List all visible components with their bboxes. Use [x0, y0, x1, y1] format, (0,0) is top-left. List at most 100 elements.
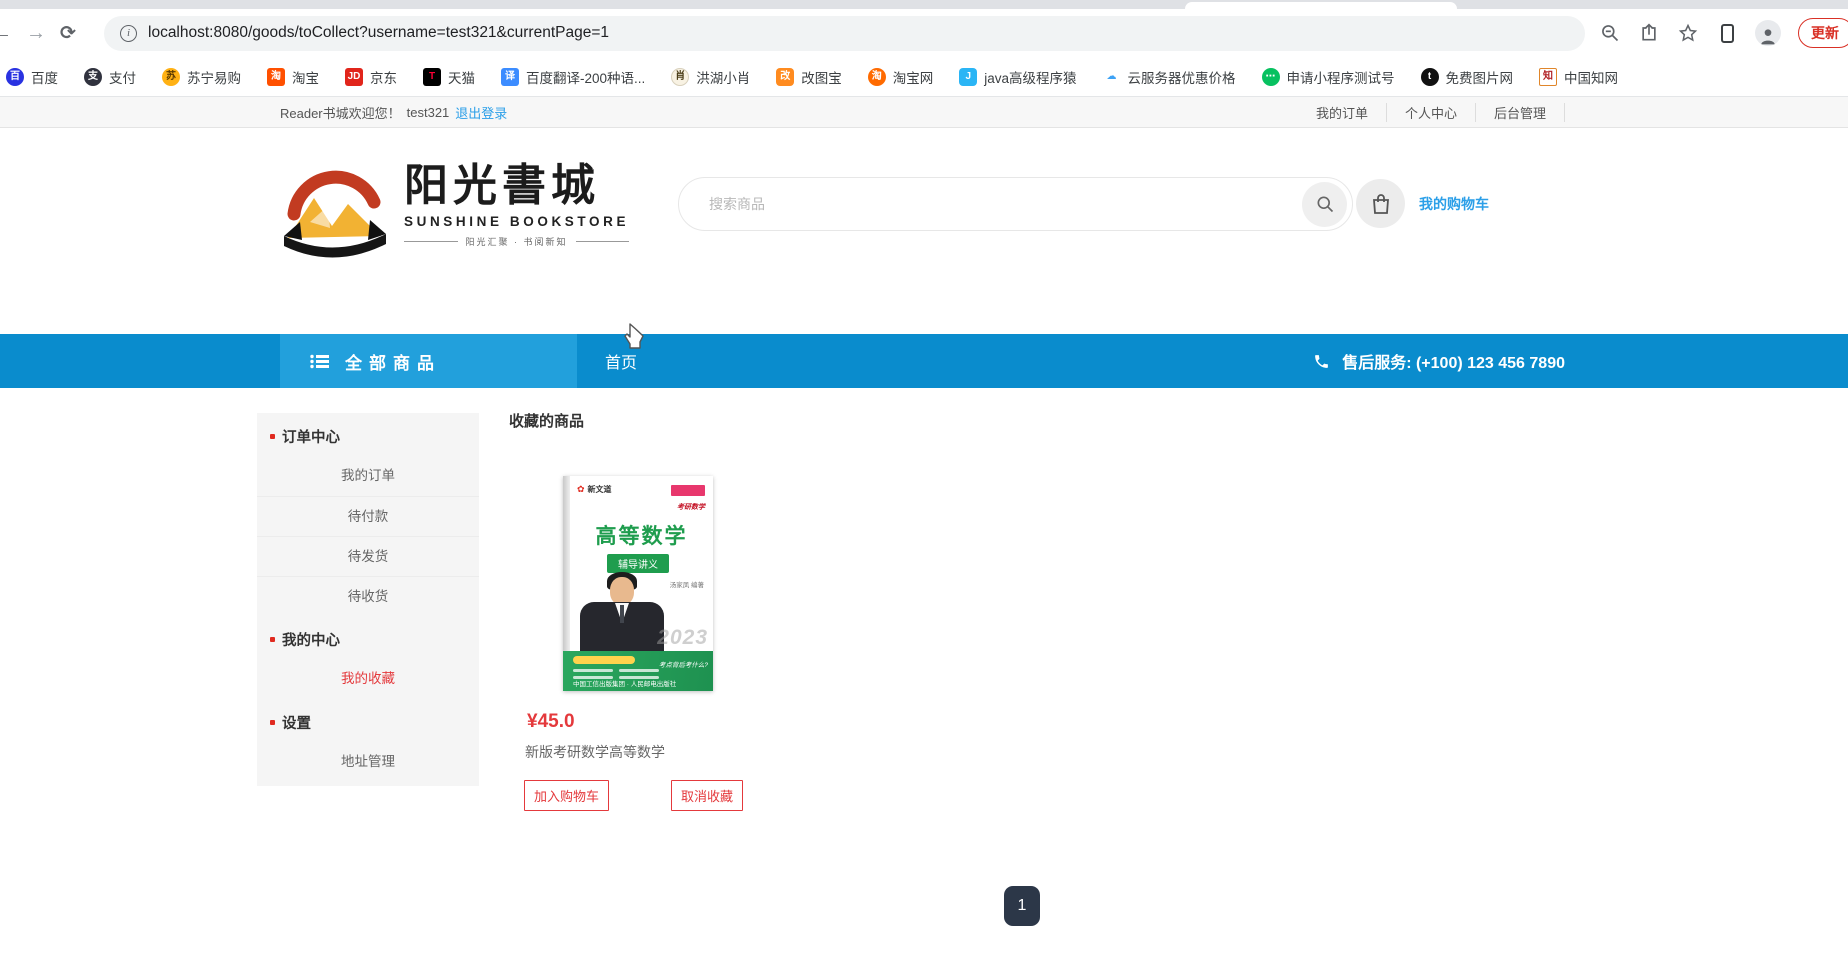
reload-icon[interactable]: ⟳ [60, 24, 76, 43]
cover-publisher: 中国工信出版集团 · 人民邮电出版社 [573, 681, 677, 688]
phone-icon [1315, 354, 1329, 368]
url-text[interactable]: localhost:8080/goods/toCollect?username=… [148, 24, 609, 42]
bookmark-item[interactable]: 淘淘宝网 [867, 67, 933, 87]
logout-link[interactable]: 退出登录 [455, 103, 507, 122]
cover-mini-tag [671, 485, 705, 496]
back-icon[interactable]: ← [0, 23, 12, 43]
bookmark-item[interactable]: JD 京东 [345, 67, 397, 87]
bookmark-star-icon[interactable] [1677, 22, 1699, 44]
cart-button[interactable] [1356, 179, 1405, 228]
site-logo[interactable]: 阳光書城 SUNSHINE BOOKSTORE 阳光汇聚 · 书阅新知 [280, 161, 630, 258]
favicon: T [423, 67, 441, 86]
welcome-text: Reader书城欢迎您！ [280, 105, 401, 121]
side-panel-icon[interactable] [1716, 22, 1738, 44]
share-icon[interactable] [1638, 22, 1660, 44]
sidebar-item-pending-receipt[interactable]: 待收货 [257, 576, 479, 616]
sidebar-section-settings: 设置 [257, 699, 479, 742]
cover-title: 高等数学 [595, 525, 688, 548]
page-title: 收藏的商品 [509, 413, 585, 430]
forward-icon[interactable]: → [26, 23, 46, 43]
sidebar-item-my-collection[interactable]: 我的收藏 [257, 659, 479, 699]
bookmark-item[interactable]: 知中国知网 [1539, 67, 1618, 87]
bookmark-item[interactable]: 苏苏宁易购 [162, 67, 241, 87]
bookmarks-bar: 百百度 支支付 苏苏宁易购 淘淘宝 JD 京东 T 天猫 译百度翻译-200种语..… [0, 57, 1848, 97]
browser-toolbar: ← → ⟳ i localhost:8080/goods/toCollect?u… [0, 9, 1848, 57]
site-info-icon[interactable]: i [120, 24, 137, 42]
search-input[interactable] [709, 196, 1302, 212]
cover-bottom-band: 考点背后考什么? 中国工信出版集团 · 人民邮电出版社 [563, 651, 713, 691]
browser-update-button[interactable]: 更新 [1798, 18, 1848, 48]
cover-subtitle: 辅导讲义 [607, 554, 669, 573]
list-icon [310, 354, 329, 368]
utility-link-profile[interactable]: 个人中心 [1387, 102, 1476, 122]
pagination-page-1[interactable]: 1 [1004, 886, 1040, 926]
browser-nav-buttons: ← → ⟳ [0, 23, 104, 43]
logo-tagline: 阳光汇聚 · 书阅新知 [404, 235, 630, 248]
logo-book-icon [284, 170, 386, 258]
product-name: 新版考研数学高等数学 [525, 744, 665, 760]
product-price: ¥45.0 [527, 711, 575, 732]
username-text: test321 [406, 104, 450, 120]
search-icon [1317, 196, 1333, 213]
site-utility-bar: Reader书城欢迎您！ test321 退出登录 我的订单 个人中心 后台管理 [0, 97, 1848, 128]
favicon: 淘 [267, 67, 285, 86]
logo-en-text: SUNSHINE BOOKSTORE [404, 214, 630, 230]
sidebar-section-my-center: 我的中心 [257, 616, 479, 659]
bookmark-item[interactable]: ⋯ 申请小程序测试号 [1261, 67, 1395, 87]
cancel-collect-button[interactable]: 取消收藏 [671, 780, 744, 811]
service-phone: 售后服务: (+100) 123 456 7890 [1313, 349, 1565, 373]
bookmark-item[interactable]: 百百度 [6, 67, 58, 87]
main-panel: 收藏的商品 ✿ 新文道 考研数学 高等数学 辅导讲义 汤家凤 编著 2023 考… [509, 410, 1569, 811]
favicon: 支 [84, 67, 102, 86]
cover-band-note: 考点背后考什么? [658, 662, 708, 669]
utility-link-orders[interactable]: 我的订单 [1298, 102, 1387, 122]
bookmark-item[interactable]: ☁ 云服务器优惠价格 [1102, 67, 1236, 87]
favicon: 肖 [671, 67, 690, 86]
sidebar-section-orders: 订单中心 [257, 413, 479, 456]
main-nav: 全部商品 首页 售后服务: (+100) 123 456 7890 [0, 323, 1848, 388]
bookmark-item[interactable]: 支支付 [84, 67, 136, 87]
sidebar-item-my-orders[interactable]: 我的订单 [257, 456, 479, 496]
cover-brand: ✿ 新文道 [577, 484, 612, 494]
cart-label[interactable]: 我的购物车 [1419, 194, 1489, 214]
favicon: 淘 [867, 67, 886, 86]
cover-author: 汤家凤 编著 [669, 582, 704, 589]
author-photo [571, 572, 669, 658]
favicon: ☁ [1102, 67, 1121, 86]
bookmark-item[interactable]: T 天猫 [423, 67, 475, 87]
sidebar-item-pending-shipment[interactable]: 待发货 [257, 536, 479, 576]
favicon: 改 [776, 67, 795, 86]
bookmark-item[interactable]: t 免费图片网 [1420, 67, 1513, 87]
logo-cn-text: 阳光書城 [404, 161, 600, 210]
zoom-indicator-icon[interactable] [1599, 22, 1621, 44]
red-bullet-icon [270, 720, 275, 725]
active-tab[interactable] [1185, 2, 1457, 9]
bookmark-item[interactable]: 肖洪湖小肖 [671, 67, 750, 87]
product-image[interactable]: ✿ 新文道 考研数学 高等数学 辅导讲义 汤家凤 编著 2023 考点背后考什么… [563, 476, 713, 691]
bookmark-item[interactable]: 淘淘宝 [267, 67, 319, 87]
favicon: t [1420, 67, 1439, 86]
content-area: 订单中心 我的订单 待付款 待发货 待收货 我的中心 我的收藏 设置 地址管理 … [0, 388, 1848, 954]
sidebar-item-address-management[interactable]: 地址管理 [257, 742, 479, 782]
brand-logo-icon: ✿ [577, 484, 585, 494]
cover-year: 2023 [657, 626, 708, 649]
profile-avatar[interactable] [1755, 20, 1781, 46]
shopping-bag-icon [1372, 193, 1389, 214]
nav-home-link[interactable]: 首页 [605, 349, 637, 373]
add-to-cart-button[interactable]: 加入购物车 [524, 780, 610, 811]
bookmark-item[interactable]: 改改图宝 [776, 67, 842, 87]
utility-link-admin[interactable]: 后台管理 [1476, 102, 1565, 122]
sidebar-item-pending-payment[interactable]: 待付款 [257, 496, 479, 536]
favicon: J [959, 67, 978, 86]
bookmark-item[interactable]: 译百度翻译-200种语... [501, 67, 645, 87]
cart-area: 我的购物车 [1356, 179, 1489, 228]
sidebar: 订单中心 我的订单 待付款 待发货 待收货 我的中心 我的收藏 设置 地址管理 [257, 413, 479, 786]
site-header: 阳光書城 SUNSHINE BOOKSTORE 阳光汇聚 · 书阅新知 我的购物… [0, 128, 1848, 334]
url-bar[interactable]: i localhost:8080/goods/toCollect?usernam… [104, 15, 1585, 51]
browser-tab-strip [0, 0, 1848, 9]
search-button[interactable] [1302, 181, 1347, 227]
all-goods-menu[interactable]: 全部商品 [280, 334, 577, 388]
bookmark-item[interactable]: Jjava高级程序猿 [959, 67, 1077, 87]
favicon: 百 [6, 67, 24, 86]
cover-badge: 考研数学 [677, 504, 705, 511]
